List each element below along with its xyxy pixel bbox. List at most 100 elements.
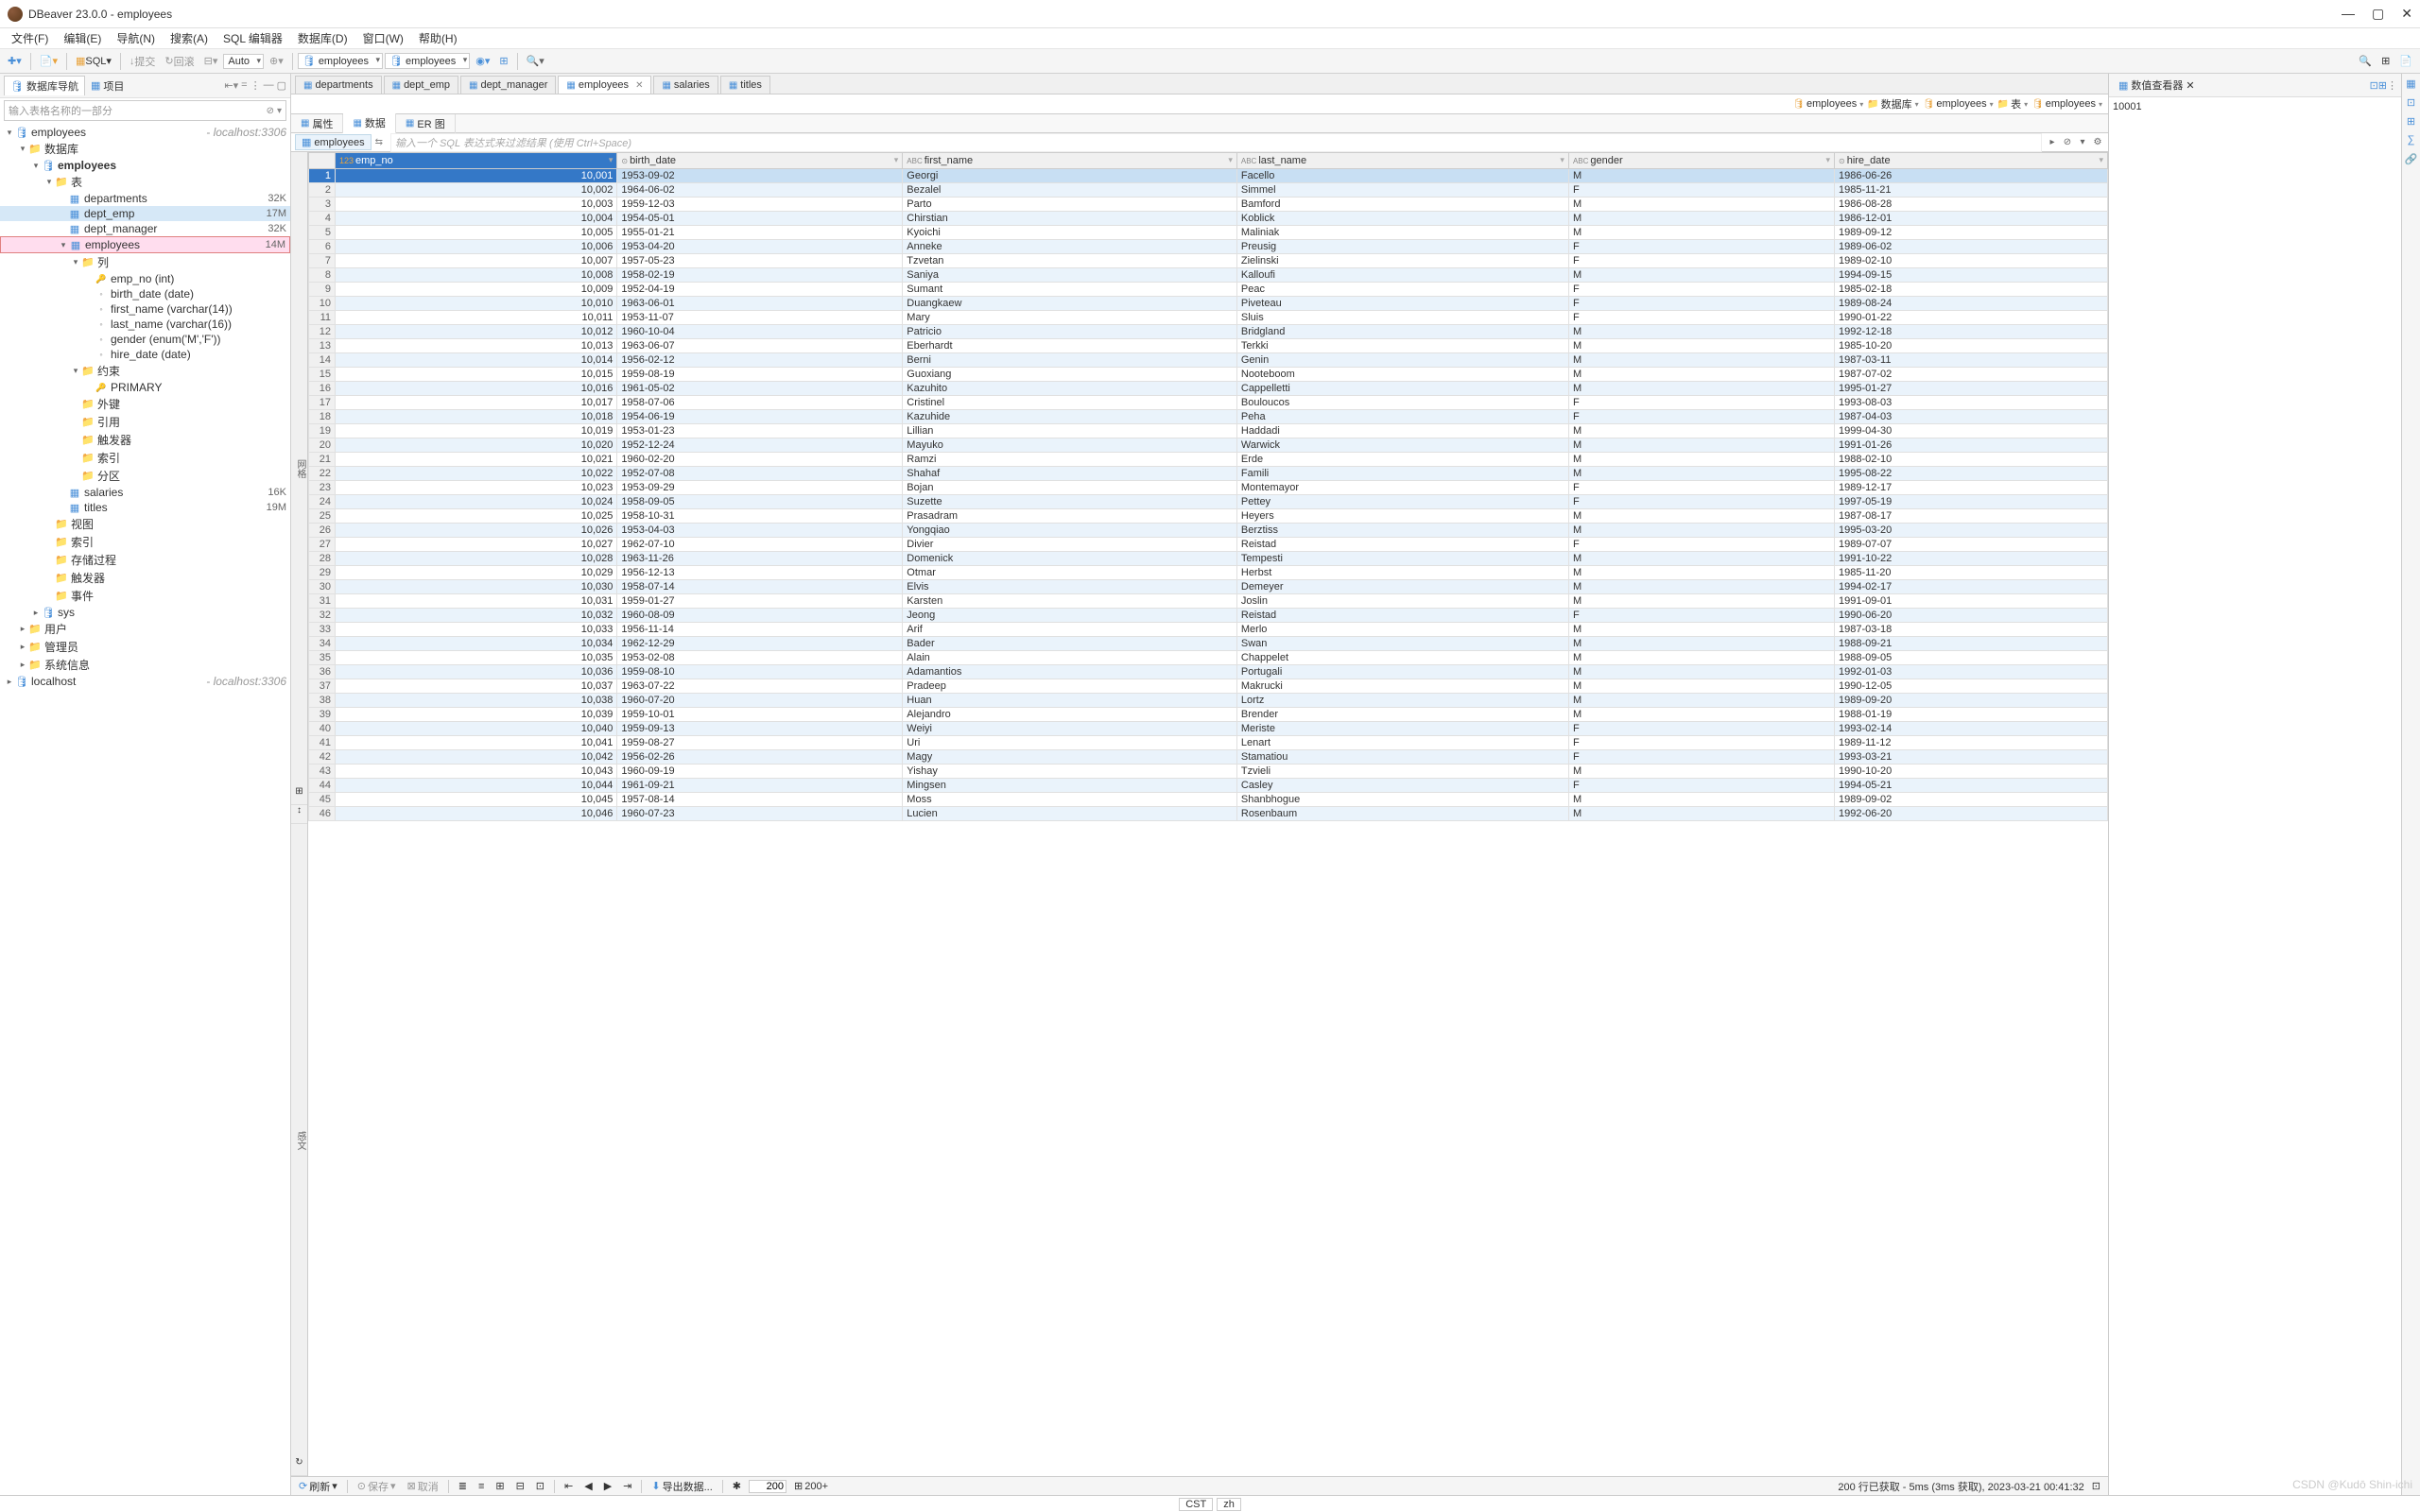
projects-tab[interactable]: ▦项目 <box>85 77 130 95</box>
pref-icon[interactable]: 📄 <box>2395 53 2416 69</box>
tree-row[interactable]: ▸📁系统信息 <box>0 656 290 674</box>
cell[interactable]: 10,038 <box>336 694 617 708</box>
cell[interactable]: Saniya <box>903 268 1237 283</box>
cell[interactable]: M <box>1568 212 1834 226</box>
cell[interactable]: 1953-02-08 <box>617 651 903 665</box>
table-row[interactable]: 1110,0111953-11-07MarySluisF1990-01-22 <box>309 311 2108 325</box>
cell[interactable]: 1986-12-01 <box>1835 212 2108 226</box>
cell[interactable]: 10,046 <box>336 807 617 821</box>
row-number[interactable]: 3 <box>309 198 336 212</box>
column-header[interactable]: ABClast_name▾ <box>1236 153 1568 169</box>
maximize-button[interactable]: ▢ <box>2372 6 2384 22</box>
cell[interactable]: M <box>1568 793 1834 807</box>
row-number[interactable]: 10 <box>309 297 336 311</box>
menu-item[interactable]: 搜索(A) <box>163 28 216 48</box>
cell[interactable]: Prasadram <box>903 509 1237 524</box>
table-row[interactable]: 810,0081958-02-19SaniyaKalloufiM1994-09-… <box>309 268 2108 283</box>
cell[interactable]: 10,004 <box>336 212 617 226</box>
cell[interactable]: 1991-10-22 <box>1835 552 2108 566</box>
table-row[interactable]: 210,0021964-06-02BezalelSimmelF1985-11-2… <box>309 183 2108 198</box>
cell[interactable]: 1985-02-18 <box>1835 283 2108 297</box>
tree-row[interactable]: ◦hire_date (date) <box>0 347 290 362</box>
table-row[interactable]: 1310,0131963-06-07EberhardtTerkkiM1985-1… <box>309 339 2108 353</box>
table-row[interactable]: 610,0061953-04-20AnnekePreusigF1989-06-0… <box>309 240 2108 254</box>
filter-hist-icon[interactable]: ▾ <box>2076 137 2089 147</box>
cell[interactable]: 1988-01-19 <box>1835 708 2108 722</box>
cell[interactable]: 1987-08-17 <box>1835 509 2108 524</box>
cell[interactable]: Cristinel <box>903 396 1237 410</box>
cell[interactable]: M <box>1568 268 1834 283</box>
cell[interactable]: 1990-01-22 <box>1835 311 2108 325</box>
table-row[interactable]: 4510,0451957-08-14MossShanbhogueM1989-09… <box>309 793 2108 807</box>
cell[interactable]: Genin <box>1236 353 1568 368</box>
filter-apply-icon[interactable]: ▸ <box>2046 137 2059 147</box>
tree-toggle-icon[interactable]: ▾ <box>70 366 81 376</box>
menu-item[interactable]: 数据库(D) <box>290 28 355 48</box>
cell[interactable]: Piveteau <box>1236 297 1568 311</box>
row-number[interactable]: 33 <box>309 623 336 637</box>
tree-toggle-icon[interactable]: ▸ <box>17 624 28 634</box>
cell[interactable]: 10,001 <box>336 169 617 183</box>
cell[interactable]: 1989-02-10 <box>1835 254 2108 268</box>
table-row[interactable]: 2110,0211960-02-20RamziErdeM1988-02-10 <box>309 453 2108 467</box>
tree-row[interactable]: 📁引用 <box>0 413 290 431</box>
tree-row[interactable]: ▾📁表 <box>0 173 290 191</box>
cell[interactable]: M <box>1568 765 1834 779</box>
row-number[interactable]: 1 <box>309 169 336 183</box>
filter-opt-icon[interactable]: ▾ <box>277 106 282 116</box>
cell[interactable]: Uri <box>903 736 1237 750</box>
tab-close-icon[interactable]: ✕ <box>635 80 643 91</box>
cell[interactable]: 1961-05-02 <box>617 382 903 396</box>
tree-row[interactable]: 🔑emp_no (int) <box>0 271 290 286</box>
cell[interactable]: 10,016 <box>336 382 617 396</box>
table-row[interactable]: 3010,0301958-07-14ElvisDemeyerM1994-02-1… <box>309 580 2108 594</box>
table-row[interactable]: 1010,0101963-06-01DuangkaewPiveteauF1989… <box>309 297 2108 311</box>
cell[interactable]: Arif <box>903 623 1237 637</box>
cell[interactable]: 10,042 <box>336 750 617 765</box>
cell[interactable]: 10,032 <box>336 609 617 623</box>
cell[interactable]: 1961-09-21 <box>617 779 903 793</box>
cell[interactable]: 1963-06-01 <box>617 297 903 311</box>
cell[interactable]: 1989-09-20 <box>1835 694 2108 708</box>
cell[interactable]: F <box>1568 722 1834 736</box>
cell[interactable]: 10,019 <box>336 424 617 438</box>
cell[interactable]: 1995-01-27 <box>1835 382 2108 396</box>
search-toolbar-icon[interactable]: 🔍▾ <box>523 53 548 69</box>
editor-tab[interactable]: ▦employees✕ <box>558 76 651 94</box>
cell[interactable]: 10,009 <box>336 283 617 297</box>
cell[interactable]: Adamantios <box>903 665 1237 679</box>
cell[interactable]: 10,021 <box>336 453 617 467</box>
cell[interactable]: 1957-05-23 <box>617 254 903 268</box>
tree-row[interactable]: ◦first_name (varchar(14)) <box>0 301 290 317</box>
cell[interactable]: 10,018 <box>336 410 617 424</box>
cell[interactable]: M <box>1568 353 1834 368</box>
breadcrumb-item[interactable]: 🛢employees <box>1792 98 1863 110</box>
cell[interactable]: Mayuko <box>903 438 1237 453</box>
row-number[interactable]: 39 <box>309 708 336 722</box>
cell[interactable]: M <box>1568 708 1834 722</box>
cell[interactable]: M <box>1568 169 1834 183</box>
cell[interactable]: F <box>1568 311 1834 325</box>
cell[interactable]: 1991-01-26 <box>1835 438 2108 453</box>
cell[interactable]: 1994-02-17 <box>1835 580 2108 594</box>
cell[interactable]: 1995-03-20 <box>1835 524 2108 538</box>
cell[interactable]: 1960-10-04 <box>617 325 903 339</box>
cell[interactable]: Casley <box>1236 779 1568 793</box>
cell[interactable]: 1953-09-29 <box>617 481 903 495</box>
cell[interactable]: F <box>1568 283 1834 297</box>
cell[interactable]: Jeong <box>903 609 1237 623</box>
row-number[interactable]: 8 <box>309 268 336 283</box>
cell[interactable]: 10,035 <box>336 651 617 665</box>
tree-toggle-icon[interactable]: ▾ <box>30 161 42 171</box>
edit3-icon[interactable]: ⊞ <box>492 1479 508 1493</box>
row-number[interactable]: 22 <box>309 467 336 481</box>
table-row[interactable]: 3510,0351953-02-08AlainChappeletM1988-09… <box>309 651 2108 665</box>
cell[interactable]: 1990-10-20 <box>1835 765 2108 779</box>
row-number[interactable]: 11 <box>309 311 336 325</box>
row-number[interactable]: 45 <box>309 793 336 807</box>
tree-row[interactable]: ▦titles19M <box>0 500 290 515</box>
cell[interactable]: Duangkaew <box>903 297 1237 311</box>
tx-icon[interactable]: ⊟▾ <box>200 53 222 69</box>
cell[interactable]: 1959-01-27 <box>617 594 903 609</box>
row-number[interactable]: 29 <box>309 566 336 580</box>
